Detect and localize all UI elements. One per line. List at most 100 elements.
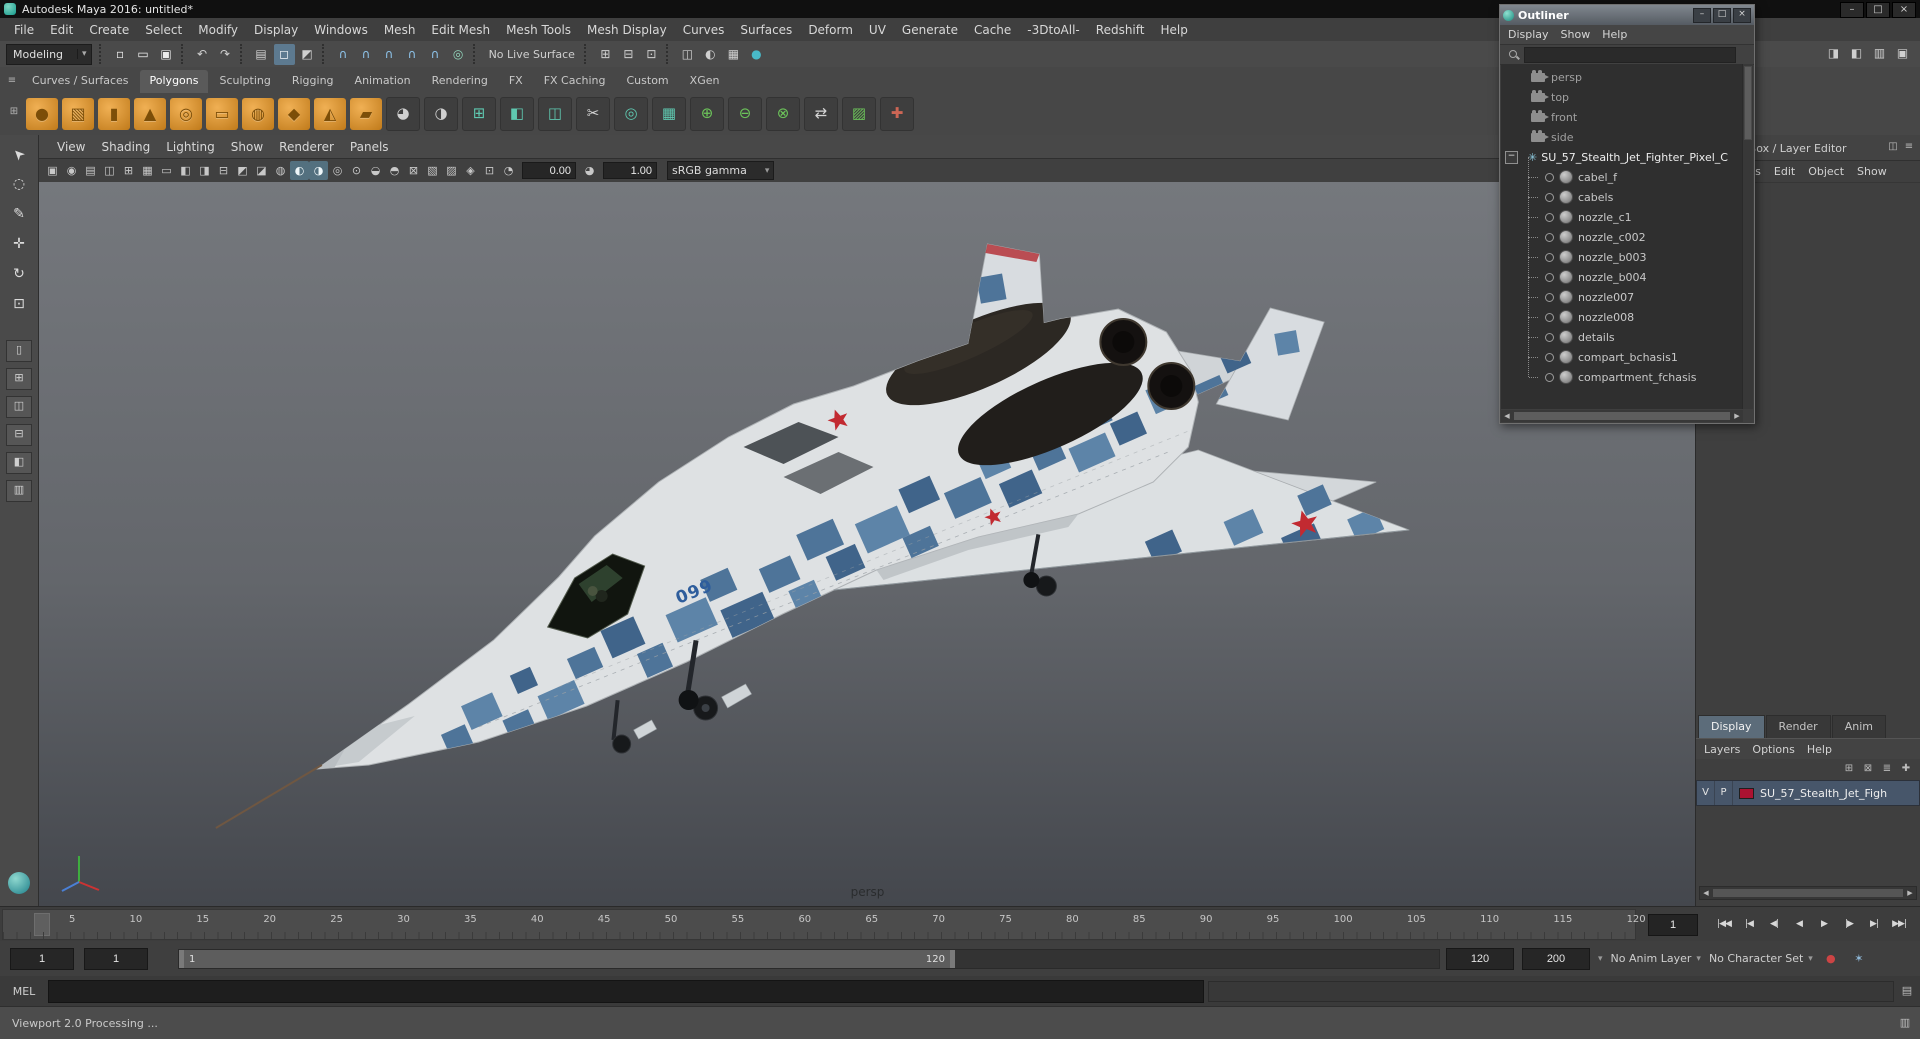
mirror-icon[interactable]: ⇄ — [804, 97, 838, 131]
textured-icon[interactable]: ◑ — [309, 161, 328, 180]
undo-icon[interactable]: ↶ — [192, 44, 213, 65]
new-scene-icon[interactable]: ▫ — [110, 44, 131, 65]
menubar-item[interactable]: UV — [861, 20, 894, 40]
select-hierarchy-icon[interactable]: ▤ — [251, 44, 272, 65]
isolate-select-icon[interactable]: ◈ — [461, 161, 480, 180]
panel-menu-item[interactable]: View — [49, 138, 93, 156]
poly-disc-icon[interactable]: ◍ — [242, 98, 274, 130]
snap-to-point-icon[interactable]: ∩ — [379, 44, 400, 65]
menubar-item[interactable]: Edit Mesh — [423, 20, 498, 40]
save-scene-icon[interactable]: ▣ — [156, 44, 177, 65]
menubar-item[interactable]: Help — [1152, 20, 1195, 40]
bridge-icon[interactable]: ◫ — [538, 97, 572, 131]
scrollbar-thumb[interactable] — [1514, 412, 1730, 420]
two-d-pan-zoom-icon[interactable]: ⊞ — [119, 161, 138, 180]
outliner-title-bar[interactable]: Outliner – □ × — [1500, 5, 1754, 25]
shelf-tab[interactable]: Rendering — [422, 70, 498, 93]
chevron-down-icon[interactable]: ▾ — [1598, 954, 1603, 964]
channel-box-icon[interactable]: ▥ — [1869, 43, 1890, 64]
grid-icon[interactable]: ▦ — [138, 161, 157, 180]
perspective-layout-icon[interactable] — [8, 872, 30, 894]
play-forwards-button[interactable]: ▶ — [1812, 911, 1836, 937]
scroll-right-icon[interactable]: ▶ — [1731, 412, 1743, 420]
screen-space-ao-icon[interactable]: ◓ — [385, 161, 404, 180]
multisample-aa-icon[interactable]: ▧ — [423, 161, 442, 180]
panel-menu-icon[interactable]: ≡ — [1901, 139, 1917, 155]
target-weld-icon[interactable]: ◎ — [614, 97, 648, 131]
outliner-minimize-button[interactable]: – — [1693, 7, 1711, 23]
layer-editor-menu-item[interactable]: Options — [1752, 743, 1794, 756]
shelf-tab[interactable]: Polygons — [139, 70, 209, 93]
menubar-item[interactable]: Cache — [966, 20, 1019, 40]
quad-draw-icon[interactable]: ▦ — [652, 97, 686, 131]
range-slider-track[interactable]: 1 120 — [178, 949, 1440, 969]
menubar-item[interactable]: Redshift — [1088, 20, 1153, 40]
channel-box-menu-item[interactable]: Show — [1857, 165, 1887, 178]
menubar-item[interactable]: Mesh Tools — [498, 20, 579, 40]
minimize-button[interactable]: – — [1840, 2, 1864, 18]
move-tool-icon[interactable]: ✛ — [6, 231, 32, 257]
outliner-item-mesh[interactable]: compartment_fchasis — [1501, 357, 1743, 387]
range-slider-bar[interactable]: 1 120 — [179, 950, 955, 968]
anim-layer-dropdown[interactable]: No Anim Layer ▾ — [1611, 952, 1701, 965]
separate-icon[interactable]: ⊖ — [728, 97, 762, 131]
layer-editor-menu-item[interactable]: Layers — [1704, 743, 1740, 756]
shelf-item-menu-icon[interactable]: ⊞ — [6, 104, 22, 120]
menubar-item[interactable]: Display — [246, 20, 306, 40]
layer-visible-toggle[interactable]: V — [1697, 781, 1715, 805]
multi-cut-icon[interactable]: ✂ — [576, 97, 610, 131]
outliner-item-mesh[interactable]: compart_bchasis1 — [1501, 337, 1743, 367]
xray-icon[interactable]: ⊡ — [480, 161, 499, 180]
animation-start-field[interactable] — [10, 947, 74, 970]
move-layer-up-icon[interactable]: ⊞ — [1841, 761, 1857, 777]
outliner-item-mesh[interactable]: nozzle_b003 — [1501, 237, 1743, 267]
step-forward-key-button[interactable]: ▶| — [1862, 911, 1886, 937]
boolean-icon[interactable]: ⊗ — [766, 97, 800, 131]
poly-pyramid-icon[interactable]: ◭ — [314, 98, 346, 130]
safe-action-icon[interactable]: ◩ — [233, 161, 252, 180]
outliner-close-button[interactable]: × — [1733, 7, 1751, 23]
step-forward-frame-button[interactable]: |▶ — [1837, 911, 1861, 937]
use-default-material-icon[interactable]: ◎ — [328, 161, 347, 180]
modeling-toolkit-icon[interactable]: ▣ — [1892, 43, 1913, 64]
outliner-window[interactable]: Outliner – □ × Display Show Help persp top — [1499, 4, 1755, 424]
help-grid-icon[interactable]: ▥ — [1896, 1014, 1914, 1032]
motion-blur-icon[interactable]: ⊠ — [404, 161, 423, 180]
depth-of-field-icon[interactable]: ▨ — [442, 161, 461, 180]
shelf-tab[interactable]: Rigging — [282, 70, 344, 93]
scrollbar-thumb[interactable] — [1744, 66, 1752, 140]
character-set-dropdown[interactable]: No Character Set ▾ — [1709, 952, 1813, 965]
rotate-tool-icon[interactable]: ↻ — [6, 261, 32, 287]
outliner-item-mesh[interactable]: cabel_f — [1501, 157, 1743, 187]
layout-single-pane-icon[interactable]: ▯ — [6, 340, 32, 362]
menubar-item[interactable]: Generate — [894, 20, 966, 40]
collapse-expander-icon[interactable]: − — [1505, 150, 1518, 164]
scroll-left-icon[interactable]: ◀ — [1700, 889, 1712, 897]
panel-menu-item[interactable]: Lighting — [158, 138, 223, 156]
attribute-editor-icon[interactable]: ◨ — [1823, 43, 1844, 64]
menubar-item[interactable]: Edit — [42, 20, 81, 40]
select-object-icon[interactable]: ◻ — [273, 43, 295, 65]
command-input[interactable] — [48, 979, 1204, 1003]
outliner-item-camera[interactable]: top — [1501, 87, 1743, 107]
wireframe-icon[interactable]: ◍ — [271, 161, 290, 180]
panel-menu-item[interactable]: Renderer — [271, 138, 342, 156]
step-back-frame-button[interactable]: ◀| — [1762, 911, 1786, 937]
outliner-item-camera[interactable]: persp — [1501, 67, 1743, 87]
poly-cube-icon[interactable]: ▧ — [62, 98, 94, 130]
channel-box-hscrollbar[interactable]: ◀ ▶ — [1699, 886, 1917, 900]
shelf-tab-menu-icon[interactable]: ≡ — [4, 73, 20, 89]
snap-to-grid-icon[interactable]: ∩ — [333, 44, 354, 65]
image-plane-icon[interactable]: ◫ — [100, 161, 119, 180]
panel-menu-item[interactable]: Shading — [93, 138, 158, 156]
camera-attributes-icon[interactable]: ◉ — [62, 161, 81, 180]
redo-icon[interactable]: ↷ — [215, 44, 236, 65]
step-back-key-button[interactable]: |◀ — [1737, 911, 1761, 937]
sew-uv-icon[interactable]: ✚ — [880, 97, 914, 131]
channel-box-menu-item[interactable]: Object — [1808, 165, 1844, 178]
shelf-tab[interactable]: Sculpting — [209, 70, 280, 93]
layer-color-swatch[interactable] — [1739, 787, 1754, 799]
maximize-button[interactable]: □ — [1866, 2, 1890, 18]
shelf-tab[interactable]: FX — [499, 70, 533, 93]
scrollbar-thumb[interactable] — [1713, 889, 1903, 897]
